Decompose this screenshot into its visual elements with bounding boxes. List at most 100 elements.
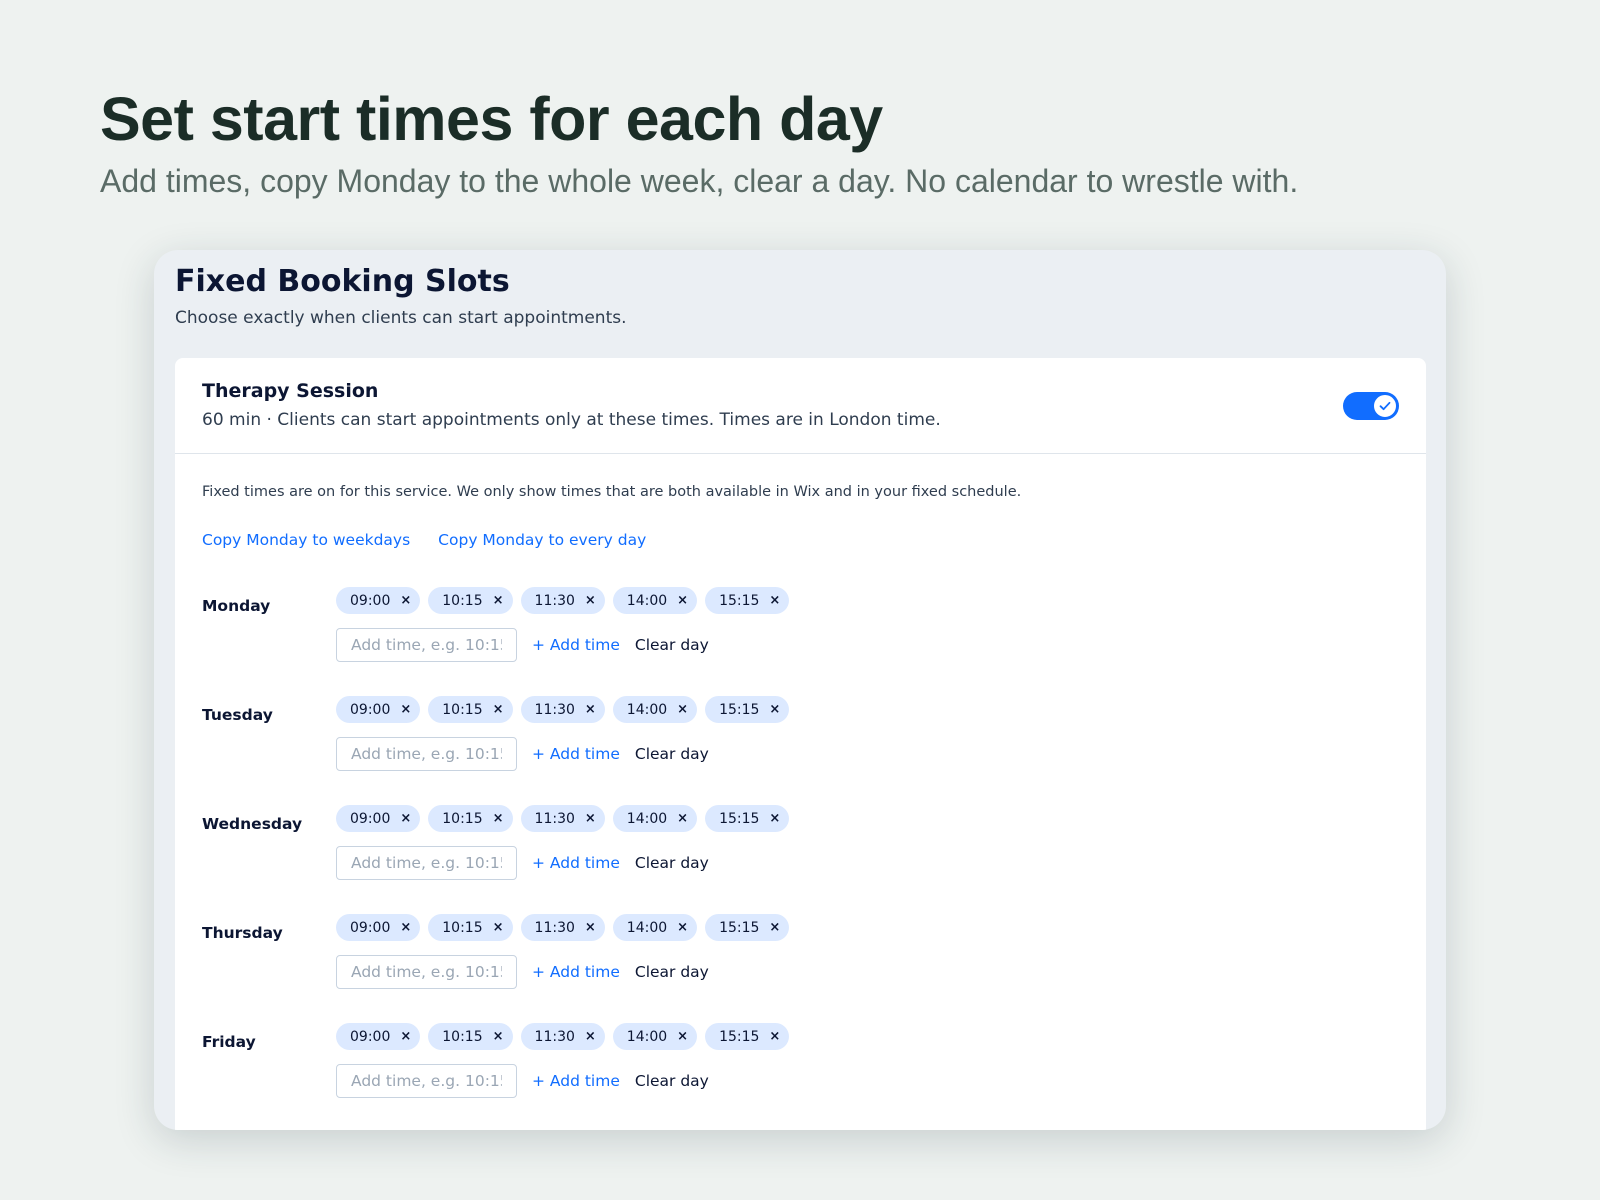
copy-monday-every-day-link[interactable]: Copy Monday to every day xyxy=(438,531,646,549)
time-chip: 14:00 × xyxy=(612,805,698,832)
day-label: Thursday xyxy=(202,924,283,942)
time-chip-label: 15:15 xyxy=(719,919,760,936)
remove-time-icon[interactable]: × xyxy=(585,1030,596,1043)
copy-links: Copy Monday to weekdays Copy Monday to e… xyxy=(202,531,646,549)
day-label: Wednesday xyxy=(202,815,303,833)
remove-time-icon[interactable]: × xyxy=(769,703,780,716)
day-row-friday: Friday 09:00 × 10:15 × 11:30 × 14:00 × 15:15 × + Ad… xyxy=(202,1023,1382,1123)
remove-time-icon[interactable]: × xyxy=(677,812,688,825)
time-chip: 15:15 × xyxy=(705,696,790,723)
time-chip: 15:15 × xyxy=(705,587,790,614)
remove-time-icon[interactable]: × xyxy=(677,1030,688,1043)
time-chip: 15:15 × xyxy=(705,805,790,832)
time-chip-label: 09:00 xyxy=(350,919,391,936)
service-name: Therapy Session xyxy=(202,380,379,402)
hero-subtitle: Add times, copy Monday to the whole week… xyxy=(100,163,1299,200)
add-time-input[interactable] xyxy=(336,846,517,880)
remove-time-icon[interactable]: × xyxy=(400,594,411,607)
time-chip-label: 09:00 xyxy=(350,592,391,609)
add-time-button[interactable]: + Add time xyxy=(532,854,620,872)
time-chip-label: 10:15 xyxy=(442,1028,483,1045)
time-chip-label: 11:30 xyxy=(534,919,575,936)
add-time-button[interactable]: + Add time xyxy=(532,745,620,763)
remove-time-icon[interactable]: × xyxy=(400,703,411,716)
time-chip-label: 09:00 xyxy=(350,810,391,827)
remove-time-icon[interactable]: × xyxy=(677,703,688,716)
time-chip-label: 14:00 xyxy=(626,1028,668,1045)
copy-monday-weekdays-link[interactable]: Copy Monday to weekdays xyxy=(202,531,410,549)
remove-time-icon[interactable]: × xyxy=(677,594,688,607)
day-row-wednesday: Wednesday 09:00 × 10:15 × 11:30 × 14:00 × 15:15 × +… xyxy=(202,805,1382,905)
add-time-button[interactable]: + Add time xyxy=(532,636,620,654)
clear-day-button[interactable]: Clear day xyxy=(635,745,709,763)
add-time-row: + Add time Clear day xyxy=(336,955,709,989)
time-chip-label: 09:00 xyxy=(350,701,391,718)
remove-time-icon[interactable]: × xyxy=(400,812,411,825)
clear-day-button[interactable]: Clear day xyxy=(635,854,709,872)
time-chip: 09:00 × xyxy=(336,805,421,832)
time-chip-label: 11:30 xyxy=(534,1028,575,1045)
add-time-input[interactable] xyxy=(336,737,517,771)
time-chip: 10:15 × xyxy=(428,914,513,941)
remove-time-icon[interactable]: × xyxy=(400,1030,411,1043)
time-chip: 15:15 × xyxy=(705,914,790,941)
time-chip-label: 14:00 xyxy=(626,592,668,609)
clear-day-button[interactable]: Clear day xyxy=(635,1072,709,1090)
time-chip: 11:30 × xyxy=(520,696,605,723)
add-time-button[interactable]: + Add time xyxy=(532,1072,620,1090)
time-chip-label: 10:15 xyxy=(442,919,483,936)
add-time-input[interactable] xyxy=(336,955,517,989)
day-row-tuesday: Tuesday 09:00 × 10:15 × 11:30 × 14:00 × 15:15 × + A… xyxy=(202,696,1382,796)
time-chip: 14:00 × xyxy=(612,696,698,723)
add-time-input[interactable] xyxy=(336,1064,517,1098)
time-chip-label: 15:15 xyxy=(719,592,760,609)
remove-time-icon[interactable]: × xyxy=(493,703,504,716)
time-chip: 11:30 × xyxy=(520,1023,605,1050)
remove-time-icon[interactable]: × xyxy=(585,703,596,716)
remove-time-icon[interactable]: × xyxy=(769,812,780,825)
toggle-knob xyxy=(1373,394,1397,418)
add-time-input[interactable] xyxy=(336,628,517,662)
time-chips: 09:00 × 10:15 × 11:30 × 14:00 × 15:15 × xyxy=(336,587,790,614)
time-chip: 14:00 × xyxy=(612,587,698,614)
day-row-thursday: Thursday 09:00 × 10:15 × 11:30 × 14:00 × 15:15 × + … xyxy=(202,914,1382,1014)
time-chip: 09:00 × xyxy=(336,914,421,941)
time-chips: 09:00 × 10:15 × 11:30 × 14:00 × 15:15 × xyxy=(336,914,790,941)
remove-time-icon[interactable]: × xyxy=(585,594,596,607)
time-chip: 15:15 × xyxy=(705,1023,790,1050)
remove-time-icon[interactable]: × xyxy=(493,812,504,825)
time-chip-label: 15:15 xyxy=(719,810,760,827)
time-chip-label: 14:00 xyxy=(626,810,668,827)
time-chip-label: 11:30 xyxy=(534,592,575,609)
remove-time-icon[interactable]: × xyxy=(769,594,780,607)
remove-time-icon[interactable]: × xyxy=(493,594,504,607)
service-description: 60 min · Clients can start appointments … xyxy=(202,410,941,430)
remove-time-icon[interactable]: × xyxy=(585,921,596,934)
time-chips: 09:00 × 10:15 × 11:30 × 14:00 × 15:15 × xyxy=(336,1023,790,1050)
remove-time-icon[interactable]: × xyxy=(493,921,504,934)
add-time-button[interactable]: + Add time xyxy=(532,963,620,981)
remove-time-icon[interactable]: × xyxy=(585,812,596,825)
time-chip: 11:30 × xyxy=(520,587,605,614)
time-chip: 09:00 × xyxy=(336,587,421,614)
remove-time-icon[interactable]: × xyxy=(400,921,411,934)
time-chip: 14:00 × xyxy=(612,1023,698,1050)
fixed-times-toggle[interactable] xyxy=(1343,392,1399,420)
time-chip: 09:00 × xyxy=(336,696,421,723)
time-chip-label: 10:15 xyxy=(442,592,483,609)
time-chip: 14:00 × xyxy=(612,914,698,941)
panel-title: Fixed Booking Slots xyxy=(175,264,510,299)
time-chip-label: 09:00 xyxy=(350,1028,391,1045)
time-chip: 11:30 × xyxy=(520,805,605,832)
clear-day-button[interactable]: Clear day xyxy=(635,963,709,981)
remove-time-icon[interactable]: × xyxy=(769,921,780,934)
day-label: Monday xyxy=(202,597,271,615)
remove-time-icon[interactable]: × xyxy=(769,1030,780,1043)
remove-time-icon[interactable]: × xyxy=(677,921,688,934)
remove-time-icon[interactable]: × xyxy=(493,1030,504,1043)
time-chip-label: 14:00 xyxy=(626,919,668,936)
time-chip: 09:00 × xyxy=(336,1023,421,1050)
add-time-row: + Add time Clear day xyxy=(336,1064,709,1098)
clear-day-button[interactable]: Clear day xyxy=(635,636,709,654)
hero: Set start times for each day Add times, … xyxy=(100,85,1500,200)
